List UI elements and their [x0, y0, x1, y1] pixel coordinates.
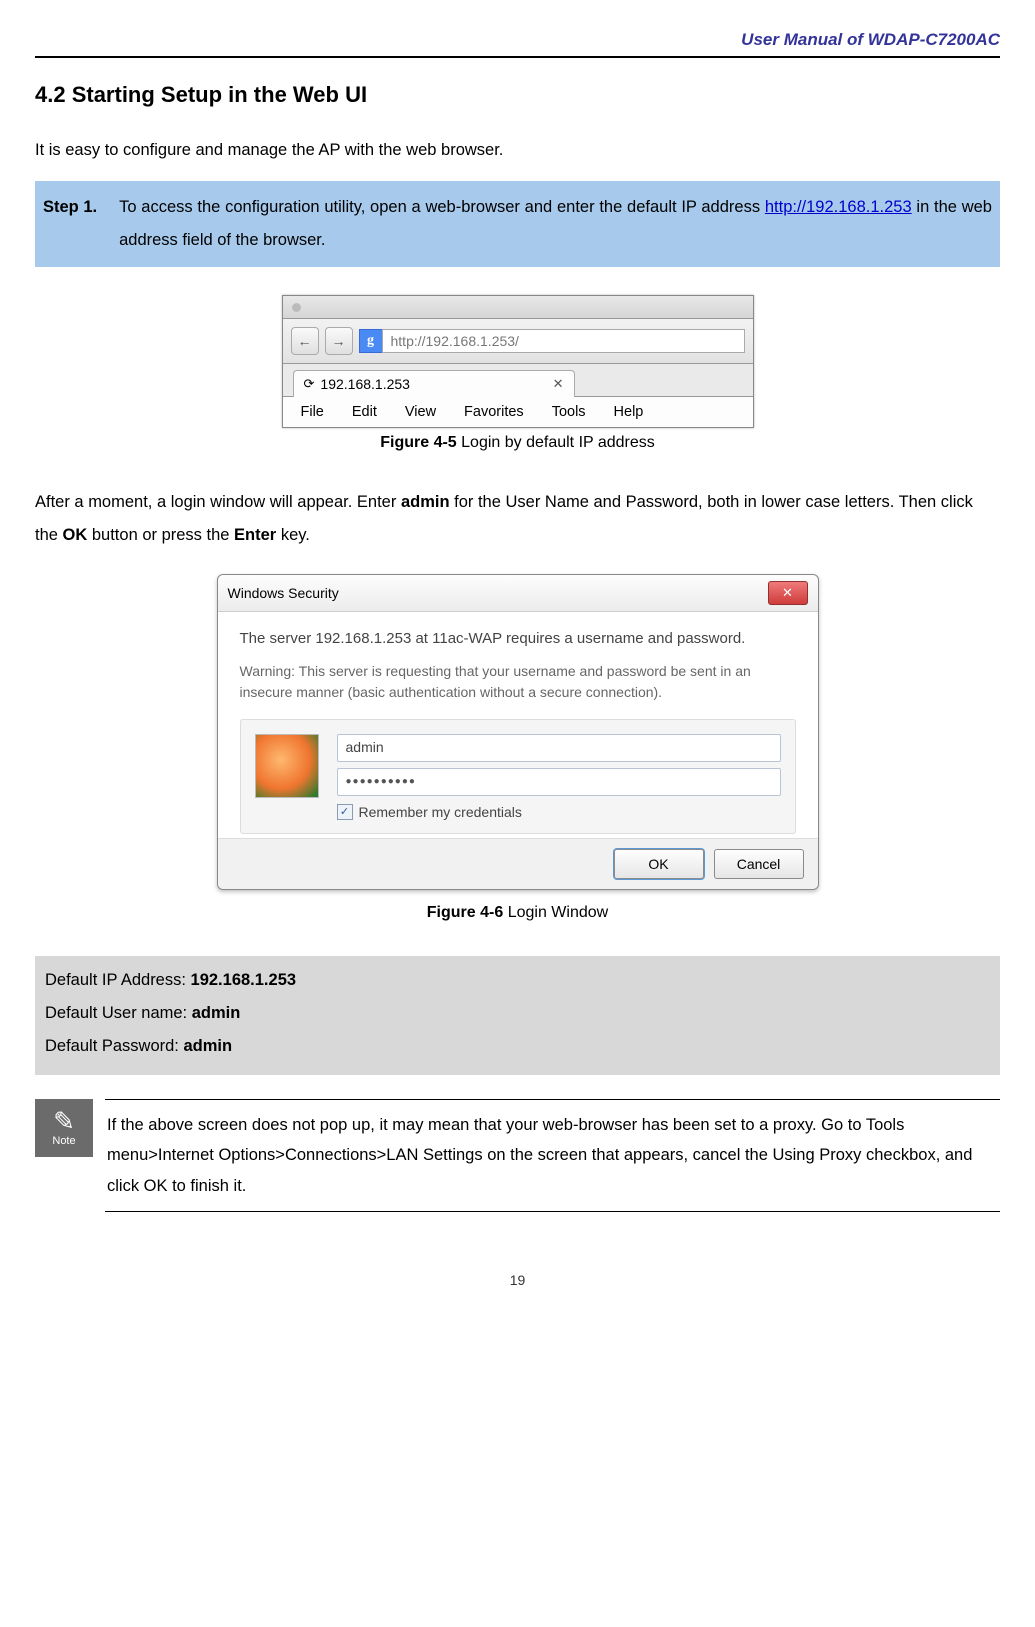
figure-4-5-text: Login by default IP address — [457, 434, 655, 451]
step-1-box: Step 1. To access the configuration util… — [35, 181, 1000, 267]
menu-help[interactable]: Help — [614, 404, 644, 420]
address-group: g http://192.168.1.253/ — [359, 329, 745, 353]
menu-favorites[interactable]: Favorites — [464, 404, 524, 420]
note-icon-label: Note — [52, 1135, 75, 1147]
dialog-body: The server 192.168.1.253 at 11ac-WAP req… — [218, 612, 818, 838]
default-pass-value: admin — [183, 1037, 232, 1055]
browser-tab[interactable]: ⟳ 192.168.1.253 ✕ — [293, 370, 575, 397]
remember-row: ✓ Remember my credentials — [337, 802, 781, 823]
default-ip-value: 192.168.1.253 — [191, 971, 297, 989]
password-dots: ●●●●●●●●●● — [346, 774, 416, 789]
menu-view[interactable]: View — [405, 404, 436, 420]
arrow-right-icon: → — [332, 333, 346, 349]
reload-icon: ⟳ — [304, 376, 315, 392]
p2-g: key. — [276, 526, 310, 544]
p2-d: OK — [63, 526, 88, 544]
cancel-button[interactable]: Cancel — [714, 849, 804, 879]
browser-tabstrip: ⟳ 192.168.1.253 ✕ — [283, 364, 753, 397]
p2-f: Enter — [234, 526, 276, 544]
browser-navbar: ← → g http://192.168.1.253/ — [283, 319, 753, 364]
note-row: ✎ Note If the above screen does not pop … — [35, 1099, 1000, 1213]
default-user-value: admin — [192, 1004, 241, 1022]
browser-titlebar — [283, 296, 753, 319]
close-tab-icon[interactable]: ✕ — [553, 376, 564, 392]
figure-4-5-label: Figure 4-5 — [380, 434, 456, 451]
note-text: If the above screen does not pop up, it … — [105, 1099, 1000, 1213]
username-input[interactable]: admin — [337, 734, 781, 762]
default-ip-row: Default IP Address: 192.168.1.253 — [45, 964, 990, 997]
menu-edit[interactable]: Edit — [352, 404, 377, 420]
menu-tools[interactable]: Tools — [552, 404, 586, 420]
ok-button[interactable]: OK — [614, 849, 704, 879]
page-number: 19 — [35, 1272, 1000, 1288]
note-icon: ✎ Note — [35, 1099, 93, 1157]
default-ip-link[interactable]: http://192.168.1.253 — [765, 198, 912, 216]
browser-menu: File Edit View Favorites Tools Help — [283, 397, 753, 427]
page-header: User Manual of WDAP-C7200AC — [35, 30, 1000, 58]
browser-mock: ← → g http://192.168.1.253/ ⟳ 192.168.1.… — [282, 295, 754, 428]
p2-e: button or press the — [87, 526, 234, 544]
paragraph-login: After a moment, a login window will appe… — [35, 486, 1000, 552]
remember-label: Remember my credentials — [359, 802, 522, 823]
dialog-footer: OK Cancel — [218, 838, 818, 889]
step-text-a: To access the configuration utility, ope… — [119, 198, 765, 216]
default-pass-label: Default Password: — [45, 1037, 183, 1055]
figure-4-5-caption: Figure 4-5 Login by default IP address — [35, 434, 1000, 452]
section-heading: 4.2 Starting Setup in the Web UI — [35, 82, 1000, 108]
back-button[interactable]: ← — [291, 327, 319, 355]
dialog-close-button[interactable]: ✕ — [768, 581, 808, 605]
forward-button[interactable]: → — [325, 327, 353, 355]
title-dot-icon — [292, 303, 301, 312]
default-pass-row: Default Password: admin — [45, 1030, 990, 1063]
address-bar[interactable]: http://192.168.1.253/ — [382, 329, 745, 353]
search-provider-icon[interactable]: g — [359, 329, 382, 353]
dialog-warning: Warning: This server is requesting that … — [240, 661, 796, 703]
figure-4-6-caption: Figure 4-6 Login Window — [35, 904, 1000, 922]
dialog-titlebar: Windows Security ✕ — [218, 575, 818, 612]
close-icon: ✕ — [782, 585, 793, 601]
tab-title: 192.168.1.253 — [320, 376, 410, 392]
dialog-title: Windows Security — [228, 585, 339, 601]
menu-file[interactable]: File — [301, 404, 324, 420]
figure-4-6-text: Login Window — [503, 904, 608, 921]
figure-4-6-label: Figure 4-6 — [427, 904, 503, 921]
windows-security-dialog: Windows Security ✕ The server 192.168.1.… — [217, 574, 819, 890]
remember-checkbox[interactable]: ✓ — [337, 804, 353, 820]
default-user-row: Default User name: admin — [45, 997, 990, 1030]
p2-a: After a moment, a login window will appe… — [35, 493, 401, 511]
credentials-box: admin ●●●●●●●●●● ✓ Remember my credentia… — [240, 719, 796, 834]
arrow-left-icon: ← — [298, 333, 312, 349]
dialog-message: The server 192.168.1.253 at 11ac-WAP req… — [240, 628, 796, 651]
intro-text: It is easy to configure and manage the A… — [35, 134, 1000, 167]
p2-b: admin — [401, 493, 450, 511]
step-label: Step 1. — [43, 191, 97, 257]
pencil-icon: ✎ — [53, 1108, 75, 1134]
default-ip-label: Default IP Address: — [45, 971, 191, 989]
step-text: To access the configuration utility, ope… — [119, 191, 992, 257]
credential-fields: admin ●●●●●●●●●● ✓ Remember my credentia… — [337, 734, 781, 823]
defaults-box: Default IP Address: 192.168.1.253 Defaul… — [35, 956, 1000, 1075]
default-user-label: Default User name: — [45, 1004, 192, 1022]
password-input[interactable]: ●●●●●●●●●● — [337, 768, 781, 796]
user-avatar-icon — [255, 734, 319, 798]
